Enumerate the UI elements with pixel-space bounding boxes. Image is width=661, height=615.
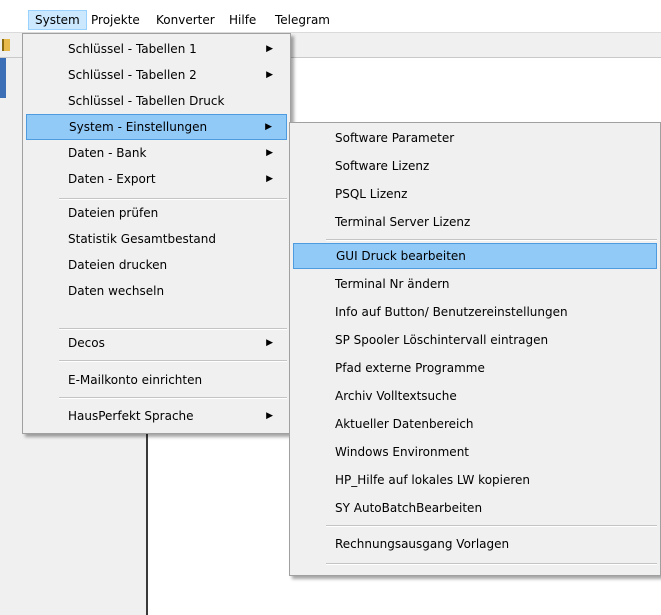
toolbar-key-icon[interactable] <box>2 39 10 51</box>
menu-telegram[interactable]: Telegram <box>269 10 336 30</box>
menu-item-schluessel-tabellen-druck[interactable]: Schlüssel - Tabellen Druck <box>26 88 287 114</box>
menu-item-daten-wechseln[interactable]: Daten wechseln <box>26 278 287 304</box>
settings-submenu: Software Parameter Software Lizenz PSQL … <box>289 122 661 576</box>
menu-item-hausperfekt-sprache[interactable]: HausPerfekt Sprache ▶ <box>26 403 287 429</box>
menu-item-system-einstellungen[interactable]: System - Einstellungen ▶ <box>26 114 287 140</box>
submenu-arrow-icon: ▶ <box>266 338 273 348</box>
menu-item-label: Schlüssel - Tabellen 2 <box>68 68 197 82</box>
menu-hilfe[interactable]: Hilfe <box>223 10 262 30</box>
menu-item-statistik-gesamtbestand[interactable]: Statistik Gesamtbestand <box>26 226 287 252</box>
submenu-item-info-auf-button[interactable]: Info auf Button/ Benutzereinstellungen <box>293 299 657 325</box>
menu-item-label: HausPerfekt Sprache <box>68 409 194 423</box>
menu-item-label: Dateien prüfen <box>68 206 159 220</box>
submenu-item-psql-lizenz[interactable]: PSQL Lizenz <box>293 181 657 207</box>
submenu-item-pfad-externe-programme[interactable]: Pfad externe Programme <box>293 355 657 381</box>
menu-item-e-mailkonto-einrichten[interactable]: E-Mailkonto einrichten <box>26 367 287 393</box>
menu-item-daten-export[interactable]: Daten - Export ▶ <box>26 166 287 192</box>
submenu-arrow-icon: ▶ <box>265 122 272 132</box>
menu-projekte[interactable]: Projekte <box>85 10 146 30</box>
menu-item-schluessel-tabellen-2[interactable]: Schlüssel - Tabellen 2 ▶ <box>26 62 287 88</box>
submenu-arrow-icon: ▶ <box>266 174 273 184</box>
window-title-fragment: ​ <box>0 0 661 8</box>
submenu-item-terminal-server-lizenz[interactable]: Terminal Server Lizenz <box>293 209 657 235</box>
menu-separator <box>326 239 657 241</box>
menu-item-label: Schlüssel - Tabellen Druck <box>68 94 225 108</box>
menu-item-dateien-pruefen[interactable]: Dateien prüfen <box>26 200 287 226</box>
menu-item-label: Daten - Export <box>68 172 156 186</box>
menu-item-label: Statistik Gesamtbestand <box>68 232 216 246</box>
menu-item-daten-bank[interactable]: Daten - Bank ▶ <box>26 140 287 166</box>
submenu-item-sy-autobatchbearbeiten[interactable]: SY AutoBatchBearbeiten <box>293 495 657 521</box>
submenu-item-aktueller-datenbereich[interactable]: Aktueller Datenbereich <box>293 411 657 437</box>
submenu-item-gui-druck-bearbeiten[interactable]: GUI Druck bearbeiten <box>293 243 657 269</box>
submenu-item-windows-environment[interactable]: Windows Environment <box>293 439 657 465</box>
menu-item-label: Decos <box>68 336 105 350</box>
submenu-item-terminal-nr-aendern[interactable]: Terminal Nr ändern <box>293 271 657 297</box>
menu-item-schluessel-tabellen-1[interactable]: Schlüssel - Tabellen 1 ▶ <box>26 36 287 62</box>
menu-separator <box>326 525 657 527</box>
menu-item-dateien-drucken[interactable]: Dateien drucken <box>26 252 287 278</box>
menu-item-label: System - Einstellungen <box>69 120 208 134</box>
menu-item-label: Dateien drucken <box>68 258 168 272</box>
menu-item-label: Daten wechseln <box>68 284 165 298</box>
menu-item-label: Schlüssel - Tabellen 1 <box>68 42 197 56</box>
submenu-arrow-icon: ▶ <box>266 148 273 158</box>
menu-separator <box>59 360 287 362</box>
menu-bar: System Projekte Konverter Hilfe Telegram <box>0 8 661 33</box>
submenu-item-sp-spooler[interactable]: SP Spooler Löschintervall eintragen <box>293 327 657 353</box>
submenu-item-software-parameter[interactable]: Software Parameter <box>293 125 657 151</box>
submenu-item-software-lizenz[interactable]: Software Lizenz <box>293 153 657 179</box>
submenu-arrow-icon: ▶ <box>266 411 273 421</box>
submenu-arrow-icon: ▶ <box>266 44 273 54</box>
menu-separator <box>59 397 287 399</box>
panel-accent <box>0 58 6 98</box>
submenu-item-rechnungsausgang-vorlagen[interactable]: Rechnungsausgang Vorlagen <box>293 531 657 557</box>
system-menu: Schlüssel - Tabellen 1 ▶ Schlüssel - Tab… <box>22 33 291 434</box>
menu-konverter[interactable]: Konverter <box>150 10 221 30</box>
submenu-item-archiv-volltextsuche[interactable]: Archiv Volltextsuche <box>293 383 657 409</box>
submenu-item-hp-hilfe-kopieren[interactable]: HP_Hilfe auf lokales LW kopieren <box>293 467 657 493</box>
menu-item-label: E-Mailkonto einrichten <box>68 373 203 387</box>
menu-separator <box>326 563 657 565</box>
menu-item-label: Daten - Bank <box>68 146 147 160</box>
submenu-arrow-icon: ▶ <box>266 70 273 80</box>
menu-system[interactable]: System <box>28 10 87 30</box>
menu-item-decos[interactable]: Decos ▶ <box>26 330 287 356</box>
